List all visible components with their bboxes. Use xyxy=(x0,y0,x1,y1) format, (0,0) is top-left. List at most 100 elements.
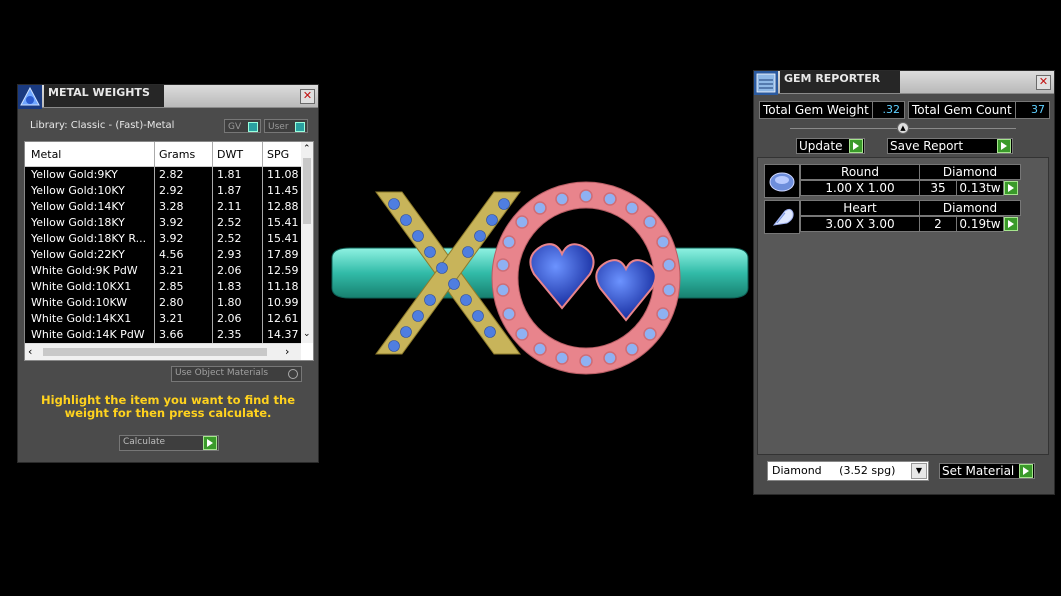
gem-entry-heart[interactable]: Heart Diamond 3.00 X 3.00 2 0.19tw xyxy=(764,200,1024,234)
table-cell-metal: White Gold:14K PdW xyxy=(31,328,145,341)
gem-reporter-app-icon xyxy=(754,71,778,95)
scroll-up-icon[interactable]: ⌃ xyxy=(303,144,311,154)
gem-shape: Heart xyxy=(800,200,920,216)
metal-weights-close-button[interactable]: ✕ xyxy=(300,89,315,104)
gem-shape: Round xyxy=(800,164,920,180)
table-cell-metal: White Gold:10KW xyxy=(31,296,128,309)
gem-count: 35 xyxy=(919,180,957,196)
chevron-down-icon[interactable]: ▼ xyxy=(911,463,927,479)
table-cell-grams: 2.92 xyxy=(159,184,184,197)
vertical-scrollbar[interactable]: ⌃ ⌄ xyxy=(301,142,313,343)
calculate-label: Calculate xyxy=(123,437,166,447)
calculate-button[interactable]: Calculate xyxy=(119,435,219,451)
column-header-grams[interactable]: Grams xyxy=(159,148,195,161)
table-row[interactable]: White Gold:9K PdW 3.21 2.06 12.59 xyxy=(25,263,301,279)
table-cell-dwt: 2.06 xyxy=(217,264,242,277)
table-row[interactable]: White Gold:14K PdW 3.66 2.35 14.37 xyxy=(25,327,301,343)
column-header-spg[interactable]: SPG xyxy=(267,148,289,161)
gv-toggle[interactable]: GV xyxy=(224,119,261,133)
gem-select-button[interactable] xyxy=(1004,181,1018,195)
table-row[interactable]: Yellow Gold:22KY 4.56 2.93 17.89 xyxy=(25,247,301,263)
material-select[interactable]: Diamond (3.52 spg) ▼ xyxy=(767,461,929,481)
table-row[interactable]: Yellow Gold:14KY 3.28 2.11 12.88 xyxy=(25,199,301,215)
set-material-button[interactable]: Set Material xyxy=(939,463,1035,479)
metal-weights-panel: METAL WEIGHTS ✕ Library: Classic - (Fast… xyxy=(17,84,319,463)
scroll-thumb-horizontal[interactable] xyxy=(43,348,267,356)
column-header-dwt[interactable]: DWT xyxy=(217,148,243,161)
gem-entry-round[interactable]: Round Diamond 1.00 X 1.00 35 0.13tw xyxy=(764,164,1024,198)
table-cell-spg: 10.99 xyxy=(267,296,299,309)
gem-reporter-panel: GEM REPORTER ✕ Total Gem Weight .32 Tota… xyxy=(753,70,1055,495)
column-divider xyxy=(212,142,213,343)
material-select-value: Diamond (3.52 spg) xyxy=(772,464,896,477)
table-row[interactable]: White Gold:10KW 2.80 1.80 10.99 xyxy=(25,295,301,311)
table-cell-spg: 12.61 xyxy=(267,312,299,325)
library-label: Library: Classic - (Fast)-Metal xyxy=(30,120,175,131)
save-report-label: Save Report xyxy=(890,139,964,153)
gem-size: 1.00 X 1.00 xyxy=(800,180,920,196)
total-gem-weight-field: Total Gem Weight .32 xyxy=(759,101,905,119)
gv-toggle-label: GV xyxy=(228,122,242,132)
gem-material: Diamond xyxy=(919,200,1021,216)
table-row[interactable]: Yellow Gold:9KY 2.82 1.81 11.08 xyxy=(25,167,301,183)
play-icon xyxy=(849,139,863,153)
table-cell-metal: White Gold:9K PdW xyxy=(31,264,138,277)
table-cell-dwt: 1.81 xyxy=(217,168,242,181)
table-cell-spg: 11.45 xyxy=(267,184,299,197)
total-gem-count-field: Total Gem Count 37 xyxy=(908,101,1050,119)
table-row[interactable]: White Gold:14KX1 3.21 2.06 12.61 xyxy=(25,311,301,327)
gem-reporter-close-button[interactable]: ✕ xyxy=(1036,75,1051,90)
scroll-left-icon[interactable]: ‹ xyxy=(28,345,32,358)
gem-reporter-title: GEM REPORTER xyxy=(780,71,900,93)
use-object-materials-toggle[interactable]: Use Object Materials xyxy=(171,366,302,382)
total-gem-count-label: Total Gem Count xyxy=(912,103,1012,117)
table-row[interactable]: Yellow Gold:10KY 2.92 1.87 11.45 xyxy=(25,183,301,199)
update-label: Update xyxy=(799,139,843,153)
horizontal-scrollbar[interactable]: ‹ › xyxy=(25,343,301,360)
column-divider xyxy=(154,142,155,343)
table-row[interactable]: Yellow Gold:18KY 3.92 2.52 15.41 xyxy=(25,215,301,231)
table-cell-grams: 2.80 xyxy=(159,296,184,309)
user-toggle-label: User xyxy=(268,122,289,132)
table-cell-metal: Yellow Gold:18KY R... xyxy=(31,232,147,245)
table-cell-spg: 12.59 xyxy=(267,264,299,277)
table-cell-spg: 15.41 xyxy=(267,232,299,245)
save-report-button[interactable]: Save Report xyxy=(887,138,1013,154)
table-cell-metal: Yellow Gold:18KY xyxy=(31,216,125,229)
table-row[interactable]: White Gold:10KX1 2.85 1.83 11.18 xyxy=(25,279,301,295)
metal-weights-titlebar[interactable]: METAL WEIGHTS ✕ xyxy=(18,85,318,109)
user-toggle[interactable]: User xyxy=(264,119,308,133)
update-button[interactable]: Update xyxy=(796,138,865,154)
ring-viewport[interactable] xyxy=(320,170,760,390)
gem-weight: 0.13tw xyxy=(956,180,1004,196)
heart-gem-icon xyxy=(764,200,800,234)
radio-icon xyxy=(288,369,298,379)
table-cell-grams: 3.92 xyxy=(159,216,184,229)
table-cell-spg: 15.41 xyxy=(267,216,299,229)
scroll-right-icon[interactable]: › xyxy=(285,345,289,358)
table-cell-dwt: 2.35 xyxy=(217,328,242,341)
table-cell-grams: 4.56 xyxy=(159,248,184,261)
table-cell-dwt: 2.11 xyxy=(217,200,242,213)
gem-count: 2 xyxy=(919,216,957,232)
total-gem-count-value: 37 xyxy=(1015,102,1049,118)
metal-table-header: Metal Grams DWT SPG xyxy=(25,142,301,167)
gem-reporter-titlebar[interactable]: GEM REPORTER ✕ xyxy=(754,71,1054,95)
gem-select-button[interactable] xyxy=(1004,217,1018,231)
table-cell-dwt: 2.93 xyxy=(217,248,242,261)
collapse-toggle-icon[interactable]: ▲ xyxy=(897,122,909,134)
table-cell-grams: 3.66 xyxy=(159,328,184,341)
column-header-metal[interactable]: Metal xyxy=(31,148,61,161)
round-gem-icon xyxy=(764,164,800,198)
metal-table: Metal Grams DWT SPG Yellow Gold:9KY 2.82 1… xyxy=(24,141,314,361)
gem-size: 3.00 X 3.00 xyxy=(800,216,920,232)
table-cell-grams: 3.21 xyxy=(159,264,184,277)
scroll-thumb[interactable] xyxy=(303,158,311,224)
set-material-label: Set Material xyxy=(942,464,1015,478)
table-row[interactable]: Yellow Gold:18KY R... 3.92 2.52 15.41 xyxy=(25,231,301,247)
scroll-down-icon[interactable]: ⌄ xyxy=(303,329,311,339)
play-icon xyxy=(997,139,1011,153)
gem-weight: 0.19tw xyxy=(956,216,1004,232)
table-cell-spg: 14.37 xyxy=(267,328,299,341)
play-icon xyxy=(203,436,217,450)
